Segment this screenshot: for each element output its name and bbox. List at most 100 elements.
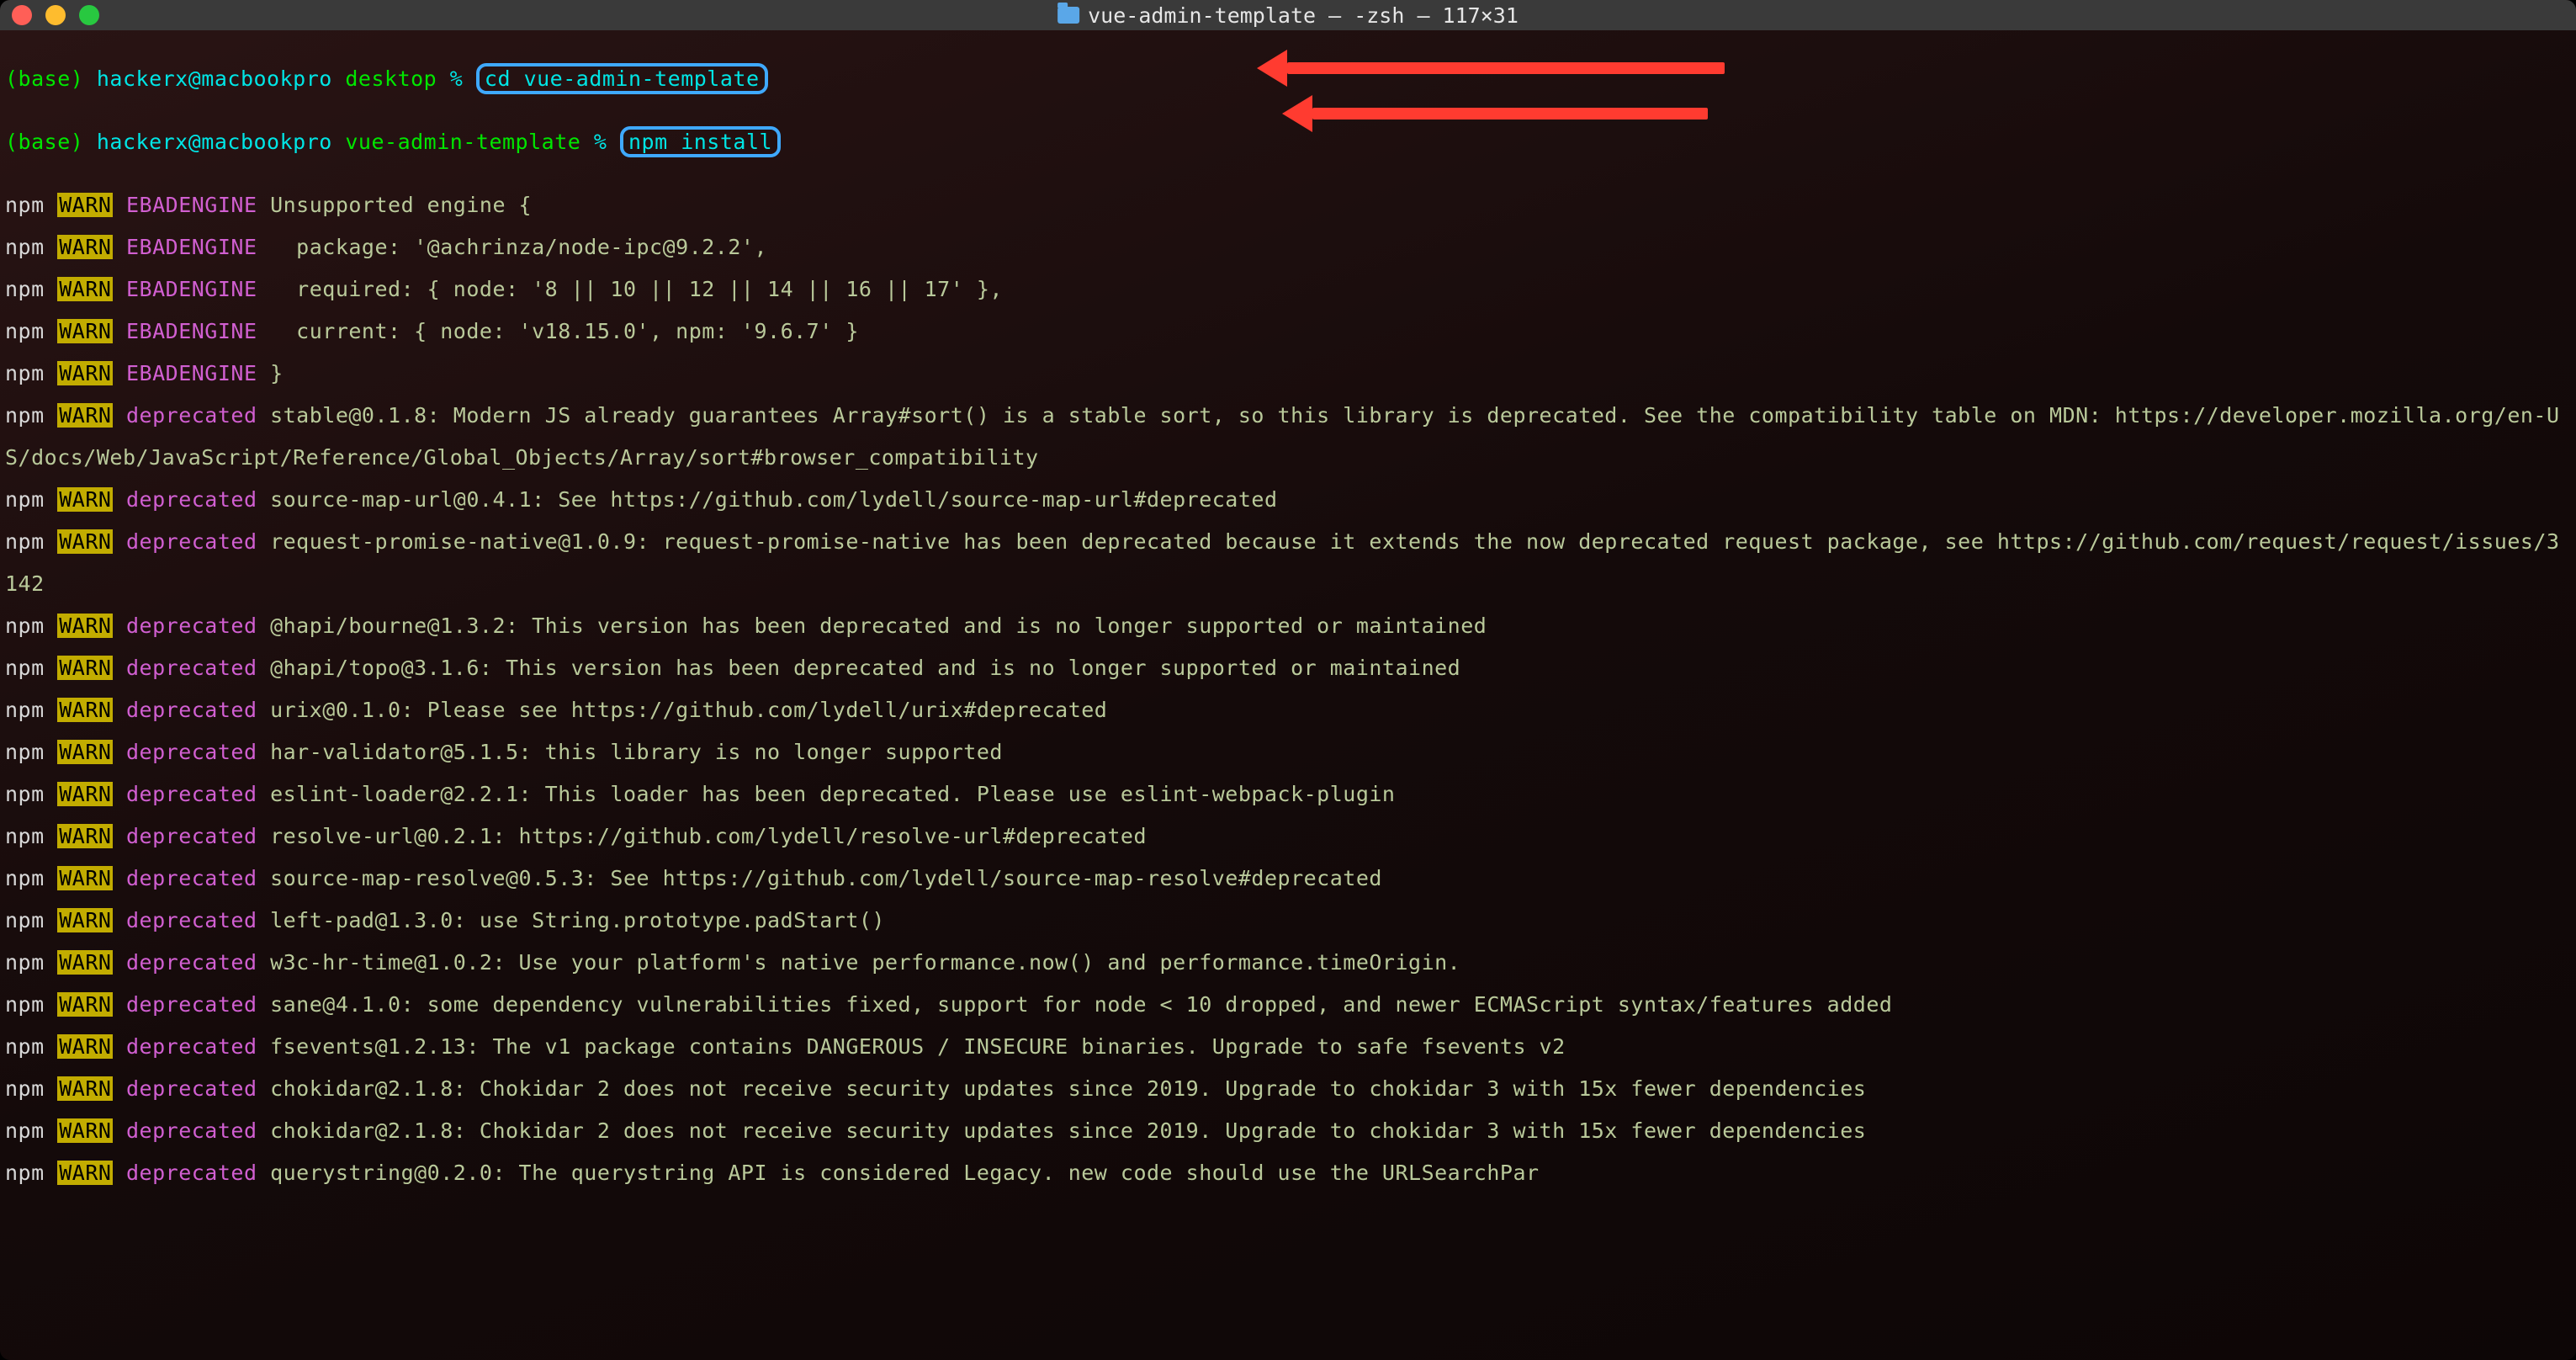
deprecated-message: har-validator@5.1.5: this library is no … — [257, 740, 1003, 764]
npm-label: npm — [5, 1076, 45, 1101]
npm-label: npm — [5, 1161, 45, 1185]
minimize-icon[interactable] — [45, 5, 66, 25]
ebadengine-code: EBADENGINE — [113, 193, 257, 217]
terminal-output[interactable]: (base) hackerx@macbookpro desktop % cd v… — [0, 30, 2576, 1199]
npm-warn-deprecated-line: npm WARN deprecated source-map-url@0.4.1… — [5, 479, 2571, 521]
warn-label: WARN — [57, 866, 113, 890]
npm-label: npm — [5, 277, 45, 301]
npm-label: npm — [5, 824, 45, 848]
npm-label: npm — [5, 1034, 45, 1059]
npm-label: npm — [5, 193, 45, 217]
npm-label: npm — [5, 992, 45, 1017]
npm-warn-deprecated-line: npm WARN deprecated request-promise-nati… — [5, 521, 2571, 605]
warn-label: WARN — [57, 950, 113, 975]
command-highlight-npm: npm install — [620, 126, 781, 157]
deprecated-code: deprecated — [113, 782, 257, 806]
prompt-userhost: hackerx@macbookpro — [97, 66, 332, 91]
terminal-window: vue-admin-template — -zsh — 117×31 (base… — [0, 0, 2576, 1360]
npm-warn-ebadengine-line: npm WARN EBADENGINE } — [5, 353, 2571, 395]
deprecated-code: deprecated — [113, 1118, 257, 1143]
npm-label: npm — [5, 1118, 45, 1143]
npm-warn-ebadengine-line: npm WARN EBADENGINE required: { node: '8… — [5, 268, 2571, 311]
npm-label: npm — [5, 866, 45, 890]
warn-label: WARN — [57, 193, 113, 217]
warn-label: WARN — [57, 908, 113, 932]
deprecated-message: chokidar@2.1.8: Chokidar 2 does not rece… — [257, 1076, 1867, 1101]
deprecated-code: deprecated — [113, 698, 257, 722]
ebadengine-message: required: { node: '8 || 10 || 12 || 14 |… — [257, 277, 1003, 301]
npm-warn-deprecated-line: npm WARN deprecated @hapi/bourne@1.3.2: … — [5, 605, 2571, 647]
warn-label: WARN — [57, 487, 113, 512]
deprecated-message: urix@0.1.0: Please see https://github.co… — [257, 698, 1108, 722]
warn-label: WARN — [57, 235, 113, 259]
npm-warn-deprecated-line: npm WARN deprecated har-validator@5.1.5:… — [5, 731, 2571, 773]
npm-warn-deprecated-line: npm WARN deprecated source-map-resolve@0… — [5, 858, 2571, 900]
prompt-userhost: hackerx@macbookpro — [97, 130, 332, 154]
npm-warn-deprecated-line: npm WARN deprecated fsevents@1.2.13: The… — [5, 1026, 2571, 1068]
npm-warn-deprecated-line: npm WARN deprecated querystring@0.2.0: T… — [5, 1152, 2571, 1194]
ebadengine-code: EBADENGINE — [113, 277, 257, 301]
deprecated-message: source-map-url@0.4.1: See https://github… — [257, 487, 1278, 512]
npm-warn-ebadengine-line: npm WARN EBADENGINE current: { node: 'v1… — [5, 311, 2571, 353]
deprecated-message: fsevents@1.2.13: The v1 package contains… — [257, 1034, 1566, 1059]
warn-label: WARN — [57, 656, 113, 680]
titlebar[interactable]: vue-admin-template — -zsh — 117×31 — [0, 0, 2576, 30]
npm-warn-deprecated-line: npm WARN deprecated w3c-hr-time@1.0.2: U… — [5, 942, 2571, 984]
npm-label: npm — [5, 656, 45, 680]
window-title-text: vue-admin-template — -zsh — 117×31 — [1088, 5, 1519, 26]
warn-label: WARN — [57, 403, 113, 428]
warn-label: WARN — [57, 1076, 113, 1101]
npm-warn-ebadengine-line: npm WARN EBADENGINE package: '@achrinza/… — [5, 226, 2571, 268]
warn-label: WARN — [57, 992, 113, 1017]
deprecated-code: deprecated — [113, 487, 257, 512]
warn-label: WARN — [57, 698, 113, 722]
annotation-arrow-cd — [1287, 62, 1725, 74]
warn-label: WARN — [57, 319, 113, 343]
deprecated-message: chokidar@2.1.8: Chokidar 2 does not rece… — [257, 1118, 1867, 1143]
deprecated-code: deprecated — [113, 992, 257, 1017]
warn-label: WARN — [57, 361, 113, 385]
prompt-cwd: desktop — [345, 66, 437, 91]
warn-label: WARN — [57, 1034, 113, 1059]
deprecated-code: deprecated — [113, 1034, 257, 1059]
window-title: vue-admin-template — -zsh — 117×31 — [1057, 5, 1519, 26]
deprecated-code: deprecated — [113, 1161, 257, 1185]
npm-label: npm — [5, 740, 45, 764]
deprecated-message: request-promise-native@1.0.9: request-pr… — [5, 529, 2560, 596]
npm-warn-deprecated-line: npm WARN deprecated eslint-loader@2.2.1:… — [5, 773, 2571, 815]
command-cd: cd vue-admin-template — [485, 66, 760, 91]
command-npm-install: npm install — [628, 130, 772, 154]
deprecated-code: deprecated — [113, 866, 257, 890]
deprecated-code: deprecated — [113, 614, 257, 638]
deprecated-code: deprecated — [113, 656, 257, 680]
deprecated-code: deprecated — [113, 1076, 257, 1101]
warn-label: WARN — [57, 1118, 113, 1143]
npm-warn-ebadengine-line: npm WARN EBADENGINE Unsupported engine { — [5, 184, 2571, 226]
prompt-symbol: % — [594, 130, 607, 154]
npm-warn-deprecated-line: npm WARN deprecated urix@0.1.0: Please s… — [5, 689, 2571, 731]
deprecated-message: w3c-hr-time@1.0.2: Use your platform's n… — [257, 950, 1461, 975]
deprecated-message: left-pad@1.3.0: use String.prototype.pad… — [257, 908, 885, 932]
warn-label: WARN — [57, 1161, 113, 1185]
npm-label: npm — [5, 782, 45, 806]
npm-warn-deprecated-line: npm WARN deprecated left-pad@1.3.0: use … — [5, 900, 2571, 942]
warn-label: WARN — [57, 529, 113, 554]
warn-label: WARN — [57, 824, 113, 848]
annotation-arrow-npm — [1312, 108, 1708, 120]
ebadengine-message: package: '@achrinza/node-ipc@9.2.2', — [257, 235, 768, 259]
npm-label: npm — [5, 319, 45, 343]
npm-warn-deprecated-line: npm WARN deprecated stable@0.1.8: Modern… — [5, 395, 2571, 479]
warn-label: WARN — [57, 614, 113, 638]
deprecated-message: stable@0.1.8: Modern JS already guarante… — [5, 403, 2560, 470]
deprecated-code: deprecated — [113, 950, 257, 975]
ebadengine-code: EBADENGINE — [113, 361, 257, 385]
prompt-base: (base) — [5, 130, 83, 154]
deprecated-code: deprecated — [113, 824, 257, 848]
close-icon[interactable] — [12, 5, 32, 25]
zoom-icon[interactable] — [79, 5, 99, 25]
prompt-cwd: vue-admin-template — [345, 130, 580, 154]
ebadengine-message: Unsupported engine { — [257, 193, 533, 217]
deprecated-message: eslint-loader@2.2.1: This loader has bee… — [257, 782, 1396, 806]
npm-warn-deprecated-line: npm WARN deprecated resolve-url@0.2.1: h… — [5, 815, 2571, 858]
deprecated-message: source-map-resolve@0.5.3: See https://gi… — [257, 866, 1382, 890]
